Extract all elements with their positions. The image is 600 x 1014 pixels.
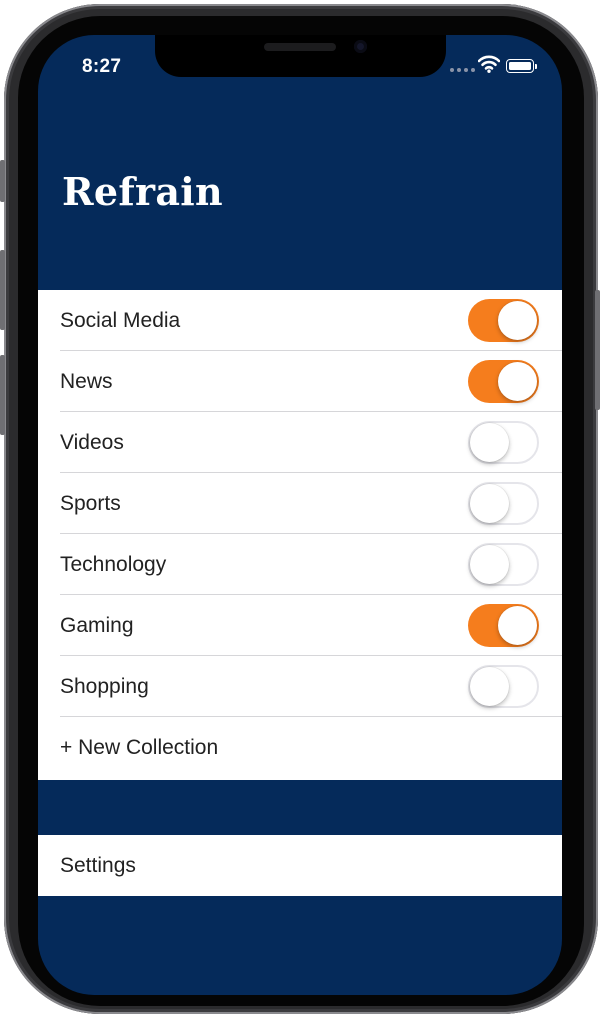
speaker-grille [264,43,336,51]
list-item-videos[interactable]: Videos [38,412,562,473]
new-collection-label: + New Collection [60,736,219,759]
gaming-toggle[interactable] [468,604,539,647]
collections-list: Social Media News Videos Sports Technolo… [38,290,562,780]
list-item-label: News [60,370,113,393]
cellular-signal-icon [450,68,476,72]
volume-down-button [0,355,5,435]
videos-toggle[interactable] [468,421,539,464]
list-item-label: Social Media [60,309,181,332]
news-toggle[interactable] [468,360,539,403]
list-item-label: Technology [60,553,167,576]
list-item-news[interactable]: News [38,351,562,412]
power-button [595,290,600,410]
settings-label: Settings [60,854,136,877]
settings-button[interactable]: Settings [38,835,562,896]
volume-up-button [0,250,5,330]
notch [155,35,446,77]
technology-toggle[interactable] [468,543,539,586]
wifi-icon [478,55,500,73]
new-collection-button[interactable]: + New Collection [38,717,562,778]
mute-switch [0,160,5,202]
sports-toggle[interactable] [468,482,539,525]
list-item-label: Sports [60,492,121,515]
screen: 8:27 Refrain Social Media News Videos Sp… [38,35,562,995]
list-item-shopping[interactable]: Shopping [38,656,562,717]
list-item-technology[interactable]: Technology [38,534,562,595]
list-item-gaming[interactable]: Gaming [38,595,562,656]
list-item-sports[interactable]: Sports [38,473,562,534]
shopping-toggle[interactable] [468,665,539,708]
list-item-social-media[interactable]: Social Media [38,290,562,351]
front-camera-icon [354,40,367,53]
battery-cap [535,64,537,69]
app-title: Refrain [62,169,223,214]
list-item-label: Videos [60,431,124,454]
list-item-label: Gaming [60,614,134,637]
list-item-label: Shopping [60,675,149,698]
status-time: 8:27 [82,56,122,77]
battery-icon [506,59,534,73]
social-media-toggle[interactable] [468,299,539,342]
